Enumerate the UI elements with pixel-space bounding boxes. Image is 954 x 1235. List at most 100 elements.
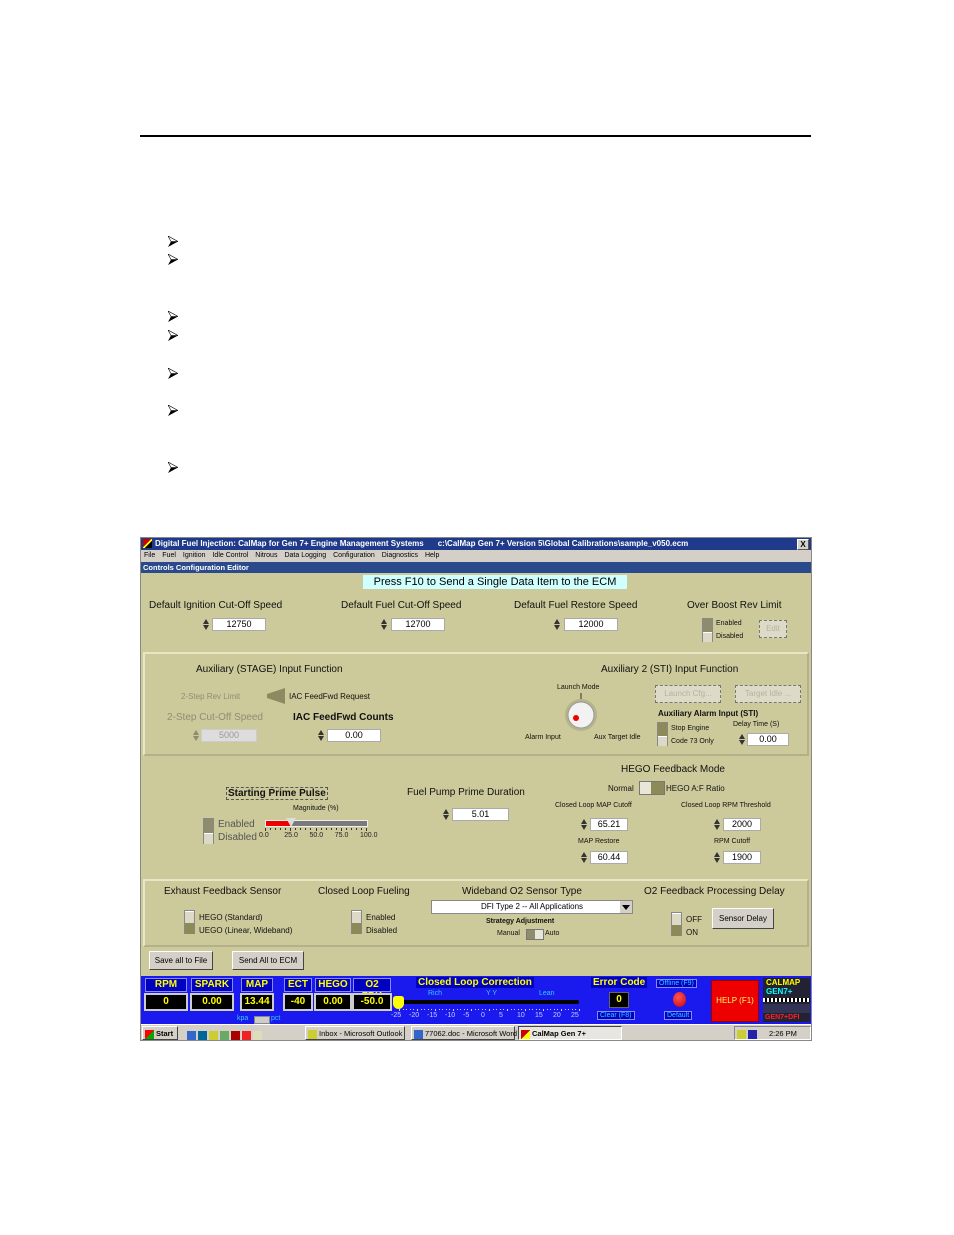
gauge-value-ect: -40 xyxy=(283,993,313,1011)
help-button[interactable]: HELP (F1) xyxy=(711,980,759,1022)
menu-fuel[interactable]: Fuel xyxy=(162,552,176,559)
alarm-mode-switch[interactable] xyxy=(657,722,668,746)
close-button[interactable]: X xyxy=(797,539,809,550)
fuel-restore-spinner[interactable] xyxy=(554,618,561,631)
map-restore-field[interactable]: 60.44 xyxy=(590,851,628,864)
sensor-delay-button[interactable]: Sensor Delay xyxy=(712,908,774,929)
map-restore-label: MAP Restore xyxy=(578,838,620,845)
rpm-threshold-field[interactable]: 2000 xyxy=(723,818,761,831)
clc-tick xyxy=(453,1009,454,1011)
menu-configuration[interactable]: Configuration xyxy=(333,552,375,559)
exhaust-sensor-switch[interactable] xyxy=(184,910,195,934)
task-outlook[interactable]: Inbox - Microsoft Outlook xyxy=(305,1026,405,1040)
calmap-quick-icon[interactable] xyxy=(231,1031,240,1040)
default-button[interactable]: Default xyxy=(664,1011,693,1020)
hego-af-ratio-option: HEGO A:F Ratio xyxy=(666,784,725,793)
volume-icon[interactable] xyxy=(737,1029,746,1039)
wideband-type-title: Wideband O2 Sensor Type xyxy=(462,886,582,897)
slider-tick xyxy=(305,828,307,830)
offline-button[interactable]: Offline (F9) xyxy=(656,979,697,988)
task-word[interactable]: 77062.doc - Microsoft Word xyxy=(411,1026,517,1040)
iac-counts-field[interactable]: 0.00 xyxy=(327,729,381,742)
clc-tick-label: 15 xyxy=(535,1012,543,1019)
map-restore-spinner[interactable] xyxy=(581,851,588,864)
fuel-restore-field[interactable]: 12000 xyxy=(564,618,618,631)
rpm-cutoff-label: RPM Cutoff xyxy=(714,838,751,845)
aux2-mode-knob[interactable] xyxy=(561,693,601,733)
menu-nitrous[interactable]: Nitrous xyxy=(255,552,277,559)
app-icon xyxy=(143,539,152,548)
clc-thumb[interactable] xyxy=(393,996,404,1009)
closed-loop-switch[interactable] xyxy=(351,910,362,934)
chevron-down-icon[interactable] xyxy=(620,901,632,913)
map-cutoff-spinner[interactable] xyxy=(581,818,588,831)
clear-button[interactable]: Clear (F8) xyxy=(597,1011,635,1020)
menu-data-logging[interactable]: Data Logging xyxy=(284,552,326,559)
clc-tick xyxy=(535,1009,537,1010)
menu-help[interactable]: Help xyxy=(425,552,439,559)
target-idle-button[interactable]: Target Idle ... xyxy=(735,685,801,703)
map-cutoff-label: Closed Loop MAP Cutoff xyxy=(555,802,632,809)
task-calmap[interactable]: CalMap Gen 7+ xyxy=(518,1026,622,1040)
fuel-pump-prime-spinner[interactable] xyxy=(443,808,450,821)
desktop-icon[interactable] xyxy=(198,1031,207,1040)
iac-counts-spinner[interactable] xyxy=(318,729,325,742)
ie-icon[interactable] xyxy=(187,1031,196,1040)
over-boost-edit-button[interactable]: Edit xyxy=(759,620,787,638)
fuel-cutoff-field[interactable]: 12700 xyxy=(391,618,445,631)
slider-tick xyxy=(290,828,292,831)
map-cutoff-field[interactable]: 65.21 xyxy=(590,818,628,831)
menu-idle-control[interactable]: Idle Control xyxy=(212,552,248,559)
slider-tick xyxy=(265,828,266,831)
fuel-restore-label: Default Fuel Restore Speed xyxy=(514,600,638,611)
slider-tick xyxy=(280,828,282,830)
aux-stage-toggle[interactable] xyxy=(265,688,287,704)
send-all-to-ecm-button[interactable]: Send All to ECM xyxy=(232,951,304,970)
rpm-cutoff-spinner[interactable] xyxy=(714,851,721,864)
rpm-threshold-spinner[interactable] xyxy=(714,818,721,831)
connection-led-icon xyxy=(673,992,686,1007)
start-button[interactable]: Start xyxy=(142,1026,178,1040)
app-icon-4[interactable] xyxy=(220,1031,229,1040)
clc-tick xyxy=(399,1009,400,1011)
clc-tick xyxy=(564,1009,566,1010)
wideband-type-dropdown[interactable]: DFI Type 2 -- All Applications xyxy=(431,900,633,914)
rpm-cutoff-field[interactable]: 1900 xyxy=(723,851,761,864)
over-boost-switch[interactable] xyxy=(702,618,713,642)
fuel-pump-prime-field[interactable]: 5.01 xyxy=(452,808,509,821)
calmap-task-icon xyxy=(521,1029,530,1039)
hego-mode-toggle[interactable] xyxy=(639,781,665,795)
ignition-cutoff-spinner[interactable] xyxy=(203,618,210,631)
menu-file[interactable]: File xyxy=(144,552,155,559)
app-icon-6[interactable] xyxy=(242,1031,251,1040)
delay-time-spinner[interactable] xyxy=(739,733,746,746)
antivirus-icon[interactable] xyxy=(748,1029,757,1039)
aux2-title: Auxiliary 2 (STI) Input Function xyxy=(601,664,739,675)
launch-cfg-button[interactable]: Launch Cfg... xyxy=(655,685,721,703)
o2-delay-switch[interactable] xyxy=(671,912,682,936)
ignition-cutoff-field[interactable]: 12750 xyxy=(212,618,266,631)
hego-normal-option: Normal xyxy=(608,784,634,793)
slider-tick-label: 50.0 xyxy=(309,832,324,839)
outlook-icon[interactable] xyxy=(209,1031,218,1040)
slider-tick xyxy=(275,828,277,830)
slider-tick-label: 100.0 xyxy=(360,832,378,839)
magnitude-slider[interactable]: 0.0 25.0 50.0 75.0 100.0 xyxy=(259,818,378,846)
gauge-label-rpm: RPM xyxy=(145,978,187,992)
prime-disabled-option: Disabled xyxy=(218,832,257,843)
starting-prime-pulse-title[interactable]: Starting Prime Pulse xyxy=(226,787,328,800)
kpa-pct-toggle[interactable] xyxy=(254,1016,270,1024)
slider-tick xyxy=(360,828,362,830)
clc-tick xyxy=(532,1009,534,1010)
prime-pulse-switch[interactable] xyxy=(203,818,214,844)
save-all-to-file-button[interactable]: Save all to File xyxy=(149,951,213,970)
menu-ignition[interactable]: Ignition xyxy=(183,552,206,559)
app-icon-7[interactable] xyxy=(253,1031,262,1040)
menu-diagnostics[interactable]: Diagnostics xyxy=(382,552,418,559)
closed-loop-correction-slider[interactable]: -25 -20 -15 -10 -5 0 5 10 15 20 25 xyxy=(391,996,589,1022)
fuel-cutoff-spinner[interactable] xyxy=(381,618,388,631)
strategy-toggle[interactable] xyxy=(526,929,544,940)
slider-thumb[interactable] xyxy=(286,818,297,827)
delay-time-field[interactable]: 0.00 xyxy=(747,733,789,746)
bullet-arrow-icon xyxy=(168,254,180,266)
